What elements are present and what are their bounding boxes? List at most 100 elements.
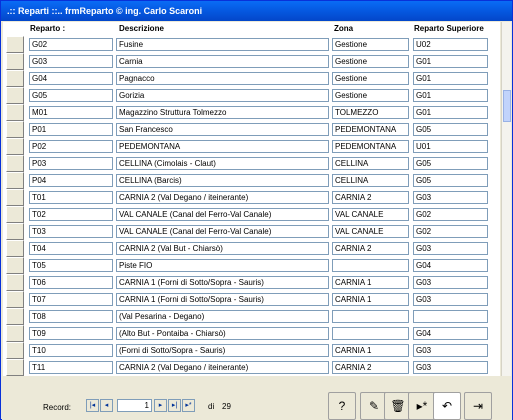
zona-field[interactable]: VAL CANALE bbox=[332, 225, 409, 238]
reparto-superiore-field[interactable]: G05 bbox=[413, 157, 488, 170]
table-row[interactable]: G02 Fusine Gestione U02 bbox=[3, 36, 500, 53]
table-row[interactable]: G04 Pagnacco Gestione G01 bbox=[3, 70, 500, 87]
reparto-field[interactable]: P03 bbox=[29, 157, 113, 170]
table-row[interactable]: T11 CARNIA 2 (Val Degano / iteinerante) CA… bbox=[3, 359, 500, 376]
descrizione-field[interactable]: Piste FIO bbox=[116, 259, 329, 272]
row-selector[interactable] bbox=[6, 70, 24, 87]
descrizione-field[interactable]: CARNIA 1 (Forni di Sotto/Sopra - Sauris) bbox=[116, 293, 329, 306]
help-button[interactable]: ? bbox=[328, 392, 356, 420]
current-record-input[interactable]: 1 bbox=[117, 399, 152, 412]
descrizione-field[interactable]: CARNIA 2 (Val Degano / iteinerante) bbox=[116, 191, 329, 204]
reparto-superiore-field[interactable]: G01 bbox=[413, 106, 488, 119]
first-record-button[interactable]: |◂ bbox=[86, 399, 99, 412]
row-selector[interactable] bbox=[6, 155, 24, 172]
reparto-superiore-field[interactable]: G03 bbox=[413, 293, 488, 306]
row-selector[interactable] bbox=[6, 308, 24, 325]
reparto-field[interactable]: T04 bbox=[29, 242, 113, 255]
descrizione-field[interactable]: CARNIA 2 (Val But - Chiarsò) bbox=[116, 242, 329, 255]
table-row[interactable]: P01 San Francesco PEDEMONTANA G05 bbox=[3, 121, 500, 138]
table-row[interactable]: T10 (Forni di Sotto/Sopra - Sauris) CARNIA… bbox=[3, 342, 500, 359]
reparto-field[interactable]: M01 bbox=[29, 106, 113, 119]
reparto-field[interactable]: T10 bbox=[29, 344, 113, 357]
reparto-superiore-field[interactable]: G03 bbox=[413, 344, 488, 357]
reparto-superiore-field[interactable]: G03 bbox=[413, 242, 488, 255]
reparto-field[interactable]: G02 bbox=[29, 38, 113, 51]
zona-field[interactable]: CARNIA 1 bbox=[332, 276, 409, 289]
reparto-field[interactable]: T08 bbox=[29, 310, 113, 323]
reparto-field[interactable]: T06 bbox=[29, 276, 113, 289]
row-selector[interactable] bbox=[6, 257, 24, 274]
reparto-field[interactable]: T07 bbox=[29, 293, 113, 306]
reparto-field[interactable]: T09 bbox=[29, 327, 113, 340]
reparto-superiore-field[interactable]: G04 bbox=[413, 327, 488, 340]
reparto-superiore-field[interactable]: G03 bbox=[413, 276, 488, 289]
table-row[interactable]: T03 VAL CANALE (Canal del Ferro-Val Canal… bbox=[3, 223, 500, 240]
reparto-superiore-field[interactable]: G02 bbox=[413, 208, 488, 221]
zona-field[interactable]: CARNIA 2 bbox=[332, 361, 409, 374]
scrollbar-thumb[interactable] bbox=[503, 90, 511, 122]
reparto-superiore-field[interactable]: G05 bbox=[413, 174, 488, 187]
descrizione-field[interactable]: (Val Pesarina - Degano) bbox=[116, 310, 329, 323]
descrizione-field[interactable]: VAL CANALE (Canal del Ferro-Val Canale) bbox=[116, 225, 329, 238]
zona-field[interactable]: Gestione bbox=[332, 55, 409, 68]
zona-field[interactable]: Gestione bbox=[332, 72, 409, 85]
table-row[interactable]: T02 VAL CANALE (Canal del Ferro-Val Canal… bbox=[3, 206, 500, 223]
descrizione-field[interactable]: Pagnacco bbox=[116, 72, 329, 85]
table-row[interactable]: T09 (Alto But - Pontaiba - Chiarsò) G04 bbox=[3, 325, 500, 342]
descrizione-field[interactable]: CELLINA (Cimolais - Claut) bbox=[116, 157, 329, 170]
row-selector[interactable] bbox=[6, 138, 24, 155]
table-row[interactable]: P02 PEDEMONTANA PEDEMONTANA U01 bbox=[3, 138, 500, 155]
zona-field[interactable]: CELLINA bbox=[332, 157, 409, 170]
row-selector[interactable] bbox=[6, 121, 24, 138]
reparto-field[interactable]: P02 bbox=[29, 140, 113, 153]
row-selector[interactable] bbox=[6, 87, 24, 104]
row-selector[interactable] bbox=[6, 223, 24, 240]
table-row[interactable]: M01 Magazzino Struttura Tolmezzo TOLMEZZO G… bbox=[3, 104, 500, 121]
descrizione-field[interactable]: (Forni di Sotto/Sopra - Sauris) bbox=[116, 344, 329, 357]
descrizione-field[interactable]: PEDEMONTANA bbox=[116, 140, 329, 153]
descrizione-field[interactable]: (Alto But - Pontaiba - Chiarsò) bbox=[116, 327, 329, 340]
table-row[interactable]: P04 CELLINA (Barcis) CELLINA G05 bbox=[3, 172, 500, 189]
new-record-nav-button[interactable]: ▸* bbox=[182, 399, 195, 412]
reparto-field[interactable]: P01 bbox=[29, 123, 113, 136]
reparto-field[interactable]: G03 bbox=[29, 55, 113, 68]
next-record-button[interactable]: ▸ bbox=[154, 399, 167, 412]
reparto-field[interactable]: G04 bbox=[29, 72, 113, 85]
table-row[interactable]: T01 CARNIA 2 (Val Degano / iteinerante) CA… bbox=[3, 189, 500, 206]
row-selector[interactable] bbox=[6, 342, 24, 359]
reparto-superiore-field[interactable]: G01 bbox=[413, 89, 488, 102]
new-record-button[interactable]: ▸* bbox=[408, 392, 436, 420]
zona-field[interactable]: CARNIA 2 bbox=[332, 191, 409, 204]
table-row[interactable]: T05 Piste FIO G04 bbox=[3, 257, 500, 274]
reparto-superiore-field[interactable]: G01 bbox=[413, 72, 488, 85]
table-row[interactable]: P03 CELLINA (Cimolais - Claut) CELLINA G05 bbox=[3, 155, 500, 172]
reparto-field[interactable]: G05 bbox=[29, 89, 113, 102]
undo-button[interactable]: ↶ bbox=[433, 392, 461, 420]
zona-field[interactable] bbox=[332, 327, 409, 340]
reparto-field[interactable]: T05 bbox=[29, 259, 113, 272]
reparto-superiore-field[interactable]: G05 bbox=[413, 123, 488, 136]
zona-field[interactable]: PEDEMONTANA bbox=[332, 140, 409, 153]
table-row[interactable]: T04 CARNIA 2 (Val But - Chiarsò) CARNIA 2 G… bbox=[3, 240, 500, 257]
zona-field[interactable]: CARNIA 1 bbox=[332, 293, 409, 306]
zona-field[interactable]: VAL CANALE bbox=[332, 208, 409, 221]
table-row[interactable]: T08 (Val Pesarina - Degano) bbox=[3, 308, 500, 325]
descrizione-field[interactable]: VAL CANALE (Canal del Ferro-Val Canale) bbox=[116, 208, 329, 221]
descrizione-field[interactable]: Carnia bbox=[116, 55, 329, 68]
zona-field[interactable]: Gestione bbox=[332, 89, 409, 102]
reparto-field[interactable]: T01 bbox=[29, 191, 113, 204]
descrizione-field[interactable]: CARNIA 2 (Val Degano / iteinerante) bbox=[116, 361, 329, 374]
row-selector[interactable] bbox=[6, 274, 24, 291]
descrizione-field[interactable]: CARNIA 1 (Forni di Sotto/Sopra - Sauris) bbox=[116, 276, 329, 289]
zona-field[interactable]: Gestione bbox=[332, 38, 409, 51]
previous-record-button[interactable]: ◂ bbox=[100, 399, 113, 412]
zona-field[interactable]: CELLINA bbox=[332, 174, 409, 187]
row-selector[interactable] bbox=[6, 36, 24, 53]
row-selector[interactable] bbox=[6, 325, 24, 342]
zona-field[interactable]: TOLMEZZO bbox=[332, 106, 409, 119]
reparto-superiore-field[interactable]: G01 bbox=[413, 55, 488, 68]
table-row[interactable]: T07 CARNIA 1 (Forni di Sotto/Sopra - Saur… bbox=[3, 291, 500, 308]
row-selector[interactable] bbox=[6, 53, 24, 70]
reparto-field[interactable]: T11 bbox=[29, 361, 113, 374]
reparto-superiore-field[interactable]: G03 bbox=[413, 191, 488, 204]
